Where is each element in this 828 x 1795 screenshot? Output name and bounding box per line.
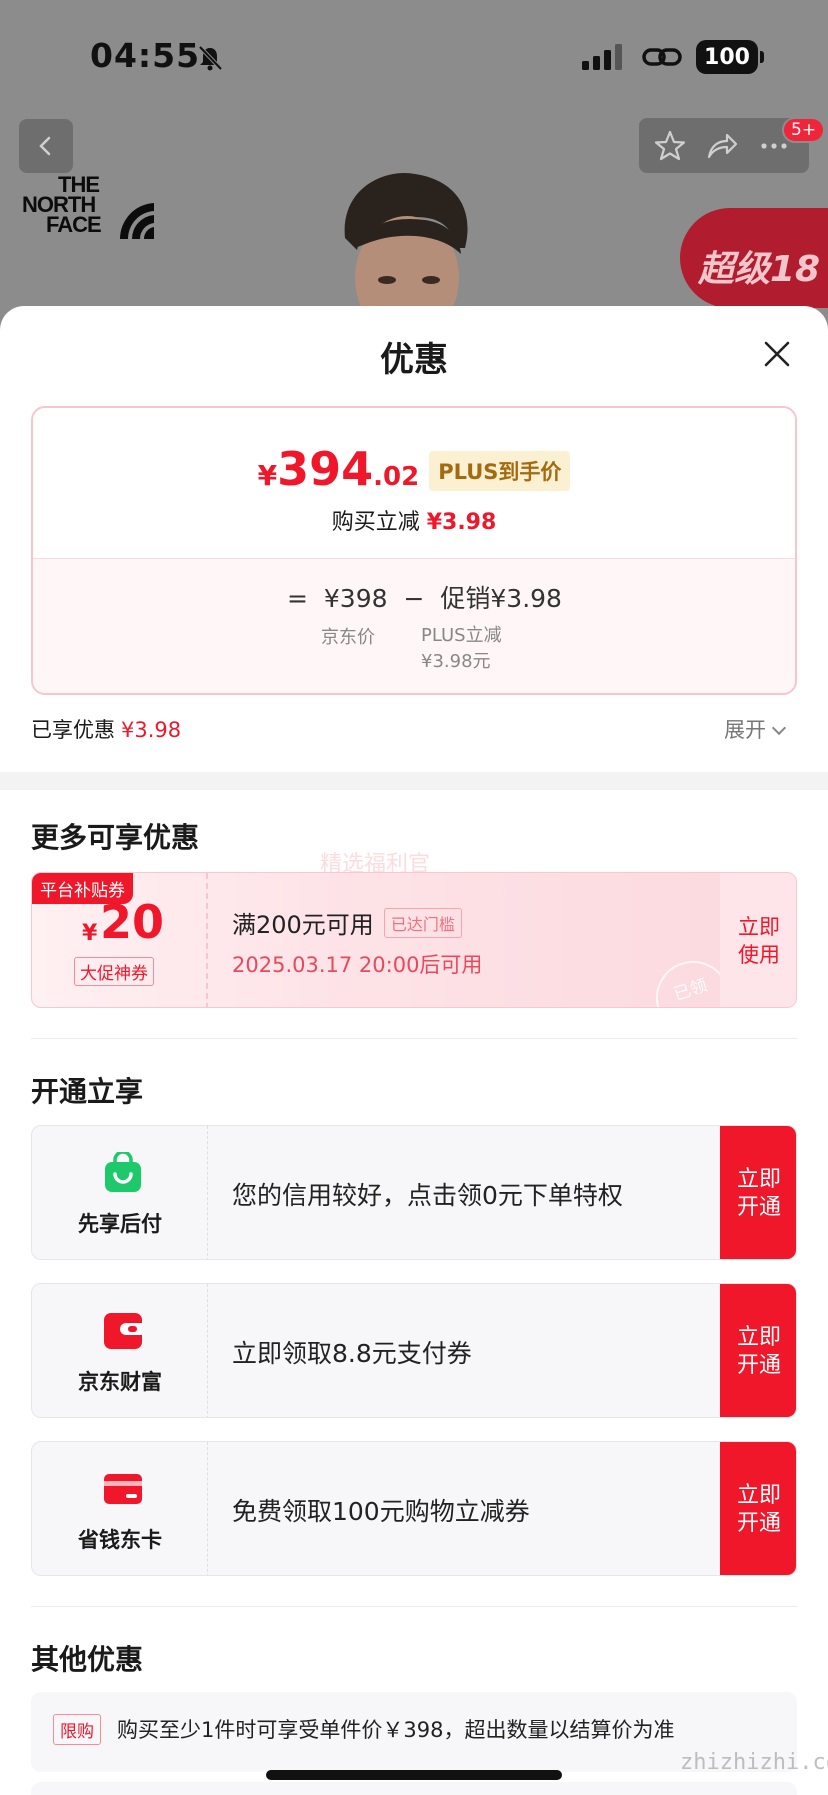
enjoyed-amount: ¥3.98 <box>121 718 182 742</box>
status-time: 04:55 <box>90 36 201 75</box>
cellular-signal-icon <box>582 44 622 70</box>
open-card-text: 免费领取100元购物立减券 <box>232 1497 530 1526</box>
purchase-reduction: 购买立减 ¥3.98 <box>33 504 795 536</box>
coupon-currency: ¥ <box>82 921 98 946</box>
back-button[interactable] <box>19 119 73 173</box>
coupon-amount: 20 <box>100 895 165 949</box>
star-icon[interactable] <box>653 129 687 163</box>
open-card-left: 京东财富 <box>32 1284 208 1417</box>
bell-muted-icon <box>198 45 223 71</box>
limit-tag: 限购 <box>53 1714 101 1745</box>
other-discounts-title: 其他优惠 <box>31 1643 144 1676</box>
formula-equals: = <box>287 584 308 613</box>
price-decimal: .02 <box>373 462 420 492</box>
coupon-condition-text: 满200元可用 <box>232 911 374 939</box>
card-icon <box>104 1474 142 1504</box>
formula-minus: − <box>403 584 425 613</box>
use-coupon-button[interactable]: 立即使用 <box>720 873 796 1007</box>
open-card-name: 京东财富 <box>78 1370 162 1394</box>
price-card: ¥ 394 .02 PLUS到手价 购买立减 ¥3.98 = ¥398 − 促销… <box>31 406 797 695</box>
sheet-title: 优惠 <box>380 340 448 380</box>
section-divider <box>0 772 828 790</box>
enjoyed-discount: 已享优惠 ¥3.98 <box>31 714 181 744</box>
open-now-button[interactable]: 立即开通 <box>720 1442 796 1575</box>
plus-price-tag: PLUS到手价 <box>429 451 571 491</box>
open-enjoy-title: 开通立享 <box>31 1075 144 1108</box>
wallet-icon <box>104 1313 142 1349</box>
expand-label: 展开 <box>724 718 766 742</box>
final-price: ¥ 394 .02 PLUS到手价 <box>33 442 795 497</box>
open-card-name: 先享后付 <box>78 1212 162 1236</box>
open-now-button[interactable]: 立即开通 <box>720 1284 796 1417</box>
coupon-condition: 满200元可用 已达门槛 <box>232 905 462 941</box>
open-card-left: 先享后付 <box>32 1126 208 1259</box>
divider <box>31 1606 797 1607</box>
divider <box>31 1038 797 1039</box>
share-icon[interactable] <box>705 129 739 163</box>
notification-badge: 5+ <box>782 117 826 143</box>
formula-promo: 促销¥3.98 <box>440 584 562 613</box>
coupon-valid-time: 2025.03.17 20:00后可用 <box>232 953 483 977</box>
status-bar: 04:55 100 <box>0 0 828 110</box>
plus-reduce-label-line2: ¥3.98元 <box>421 651 491 672</box>
link-icon <box>642 48 682 66</box>
brand-logo: THE NORTH FACE <box>22 174 157 241</box>
site-watermark: zhizhizhi.com <box>680 1750 828 1775</box>
home-indicator[interactable] <box>266 1770 562 1780</box>
close-icon[interactable] <box>761 338 793 370</box>
coupon-label: 大促神券 <box>74 957 154 986</box>
price-formula-area: = ¥398 − 促销¥3.98 京东价 PLUS立减 ¥3.98元 <box>33 558 795 693</box>
background-page: 04:55 100 5+ THE NORTH FACE 超级18 <box>0 0 828 330</box>
more-discounts-title: 更多可享优惠 <box>31 821 200 854</box>
chevron-left-icon <box>39 136 51 156</box>
discount-sheet: 优惠 ¥ 394 .02 PLUS到手价 购买立减 ¥3.98 = ¥398 −… <box>0 306 828 1795</box>
open-card-text: 您的信用较好，点击领0元下单特权 <box>232 1181 623 1210</box>
open-card-jd-wealth[interactable]: 京东财富 立即领取8.8元支付券 立即开通 <box>31 1283 797 1418</box>
plus-reduce-label: PLUS立减 ¥3.98元 <box>421 623 502 675</box>
battery-indicator: 100 <box>696 40 764 74</box>
enjoyed-label: 已享优惠 <box>31 718 115 742</box>
final-price-area: ¥ 394 .02 PLUS到手价 购买立减 ¥3.98 <box>33 408 795 558</box>
price-integer: 394 <box>277 442 374 496</box>
shopping-bag-icon <box>105 1152 141 1192</box>
formula-jd-price: ¥398 <box>323 584 388 613</box>
platform-coupon: 平台补贴券 ¥ 20 大促神券 满200元可用 已达门槛 2025.03.17 2… <box>31 872 797 1008</box>
plus-reduce-label-line1: PLUS立减 <box>421 625 502 646</box>
promo-banner[interactable]: 超级18 <box>680 208 828 308</box>
expand-button[interactable]: 展开 <box>724 714 787 744</box>
brand-dome-mark <box>119 203 154 239</box>
other-discount-row-partial <box>31 1782 797 1795</box>
open-now-button[interactable]: 立即开通 <box>720 1126 796 1259</box>
limit-text: 购买至少1件时可享受单件价￥398，超出数量以结算价为准 <box>117 1718 675 1742</box>
reduce-amount: ¥3.98 <box>426 510 497 535</box>
threshold-reached-tag: 已达门槛 <box>383 908 462 938</box>
price-formula: = ¥398 − 促销¥3.98 <box>287 579 570 615</box>
open-card-xianxiang[interactable]: 先享后付 您的信用较好，点击领0元下单特权 立即开通 <box>31 1125 797 1260</box>
open-card-name: 省钱东卡 <box>78 1528 162 1552</box>
open-card-saving-card[interactable]: 省钱东卡 免费领取100元购物立减券 立即开通 <box>31 1441 797 1576</box>
jd-price-label: 京东价 <box>321 627 375 648</box>
coupon-amount-area: 平台补贴券 ¥ 20 大促神券 <box>32 873 208 1007</box>
open-card-left: 省钱东卡 <box>32 1442 208 1575</box>
price-currency: ¥ <box>257 459 278 492</box>
open-card-text: 立即领取8.8元支付券 <box>232 1339 472 1368</box>
reduce-label: 购买立减 <box>331 510 420 535</box>
chevron-down-icon <box>771 720 787 736</box>
